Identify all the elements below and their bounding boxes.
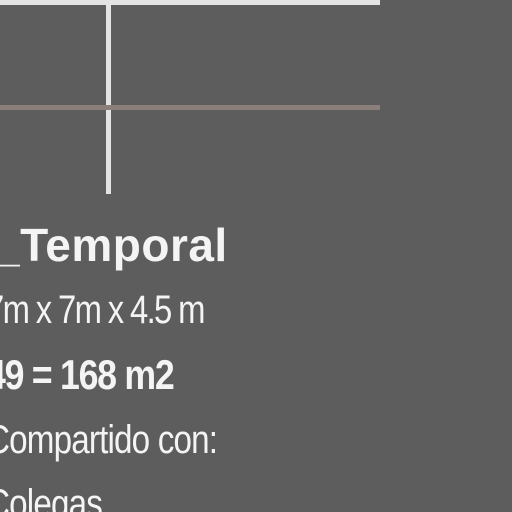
plan-divider-line [0, 105, 380, 110]
plan-wall-vertical [106, 0, 111, 194]
space-area: 49 = 168 m2 [0, 351, 175, 398]
shared-with-value: Colegas [0, 482, 103, 512]
shared-with-label: Compartido con: [0, 418, 218, 462]
space-title: _Temporal [0, 219, 228, 271]
space-dimensions: 7m x 7m x 4.5 m [0, 288, 205, 332]
plan-wall-top [0, 0, 380, 5]
floor-plan-canvas: _Temporal 7m x 7m x 4.5 m 49 = 168 m2 Co… [0, 0, 512, 512]
